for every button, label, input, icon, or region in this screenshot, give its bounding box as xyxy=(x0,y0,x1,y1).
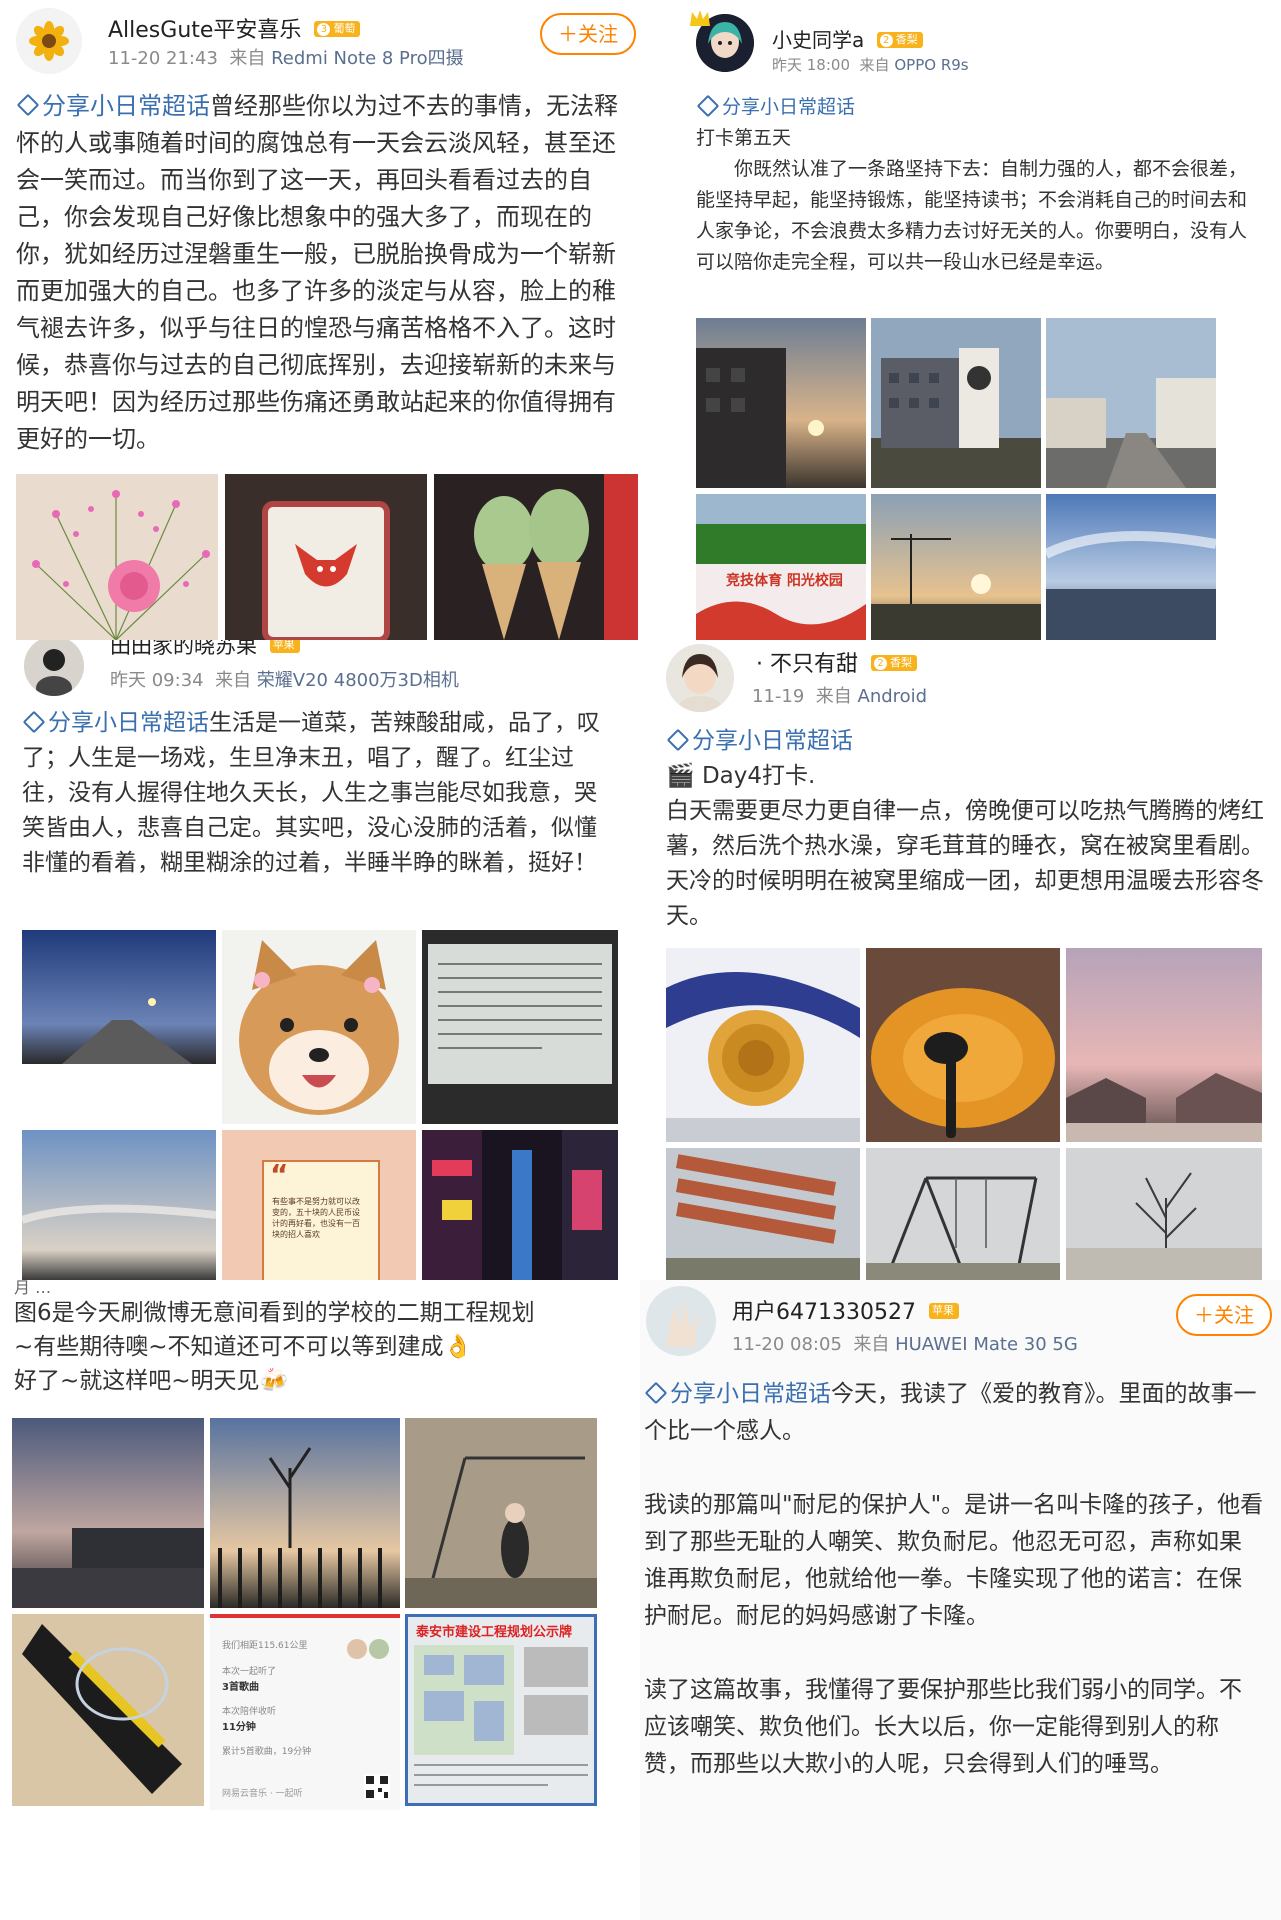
campus-building-photo[interactable] xyxy=(871,318,1041,488)
qr-code-icon xyxy=(364,1774,390,1800)
swing-set-photo[interactable] xyxy=(866,1148,1060,1280)
fan-badge: 苹果 xyxy=(928,1303,959,1319)
sports-field-photo[interactable]: 竞技体育 阳光校园 xyxy=(696,494,866,640)
flowers-photo[interactable] xyxy=(16,474,218,640)
person-avatar-icon xyxy=(24,640,84,696)
topic-link[interactable]: 分享小日常超话 xyxy=(696,92,1256,123)
topic-link[interactable]: 分享小日常超话 xyxy=(666,724,1266,759)
flower-cake-photo[interactable] xyxy=(666,948,860,1142)
quote-mark-icon: “ xyxy=(270,1158,289,1191)
avatar[interactable] xyxy=(646,1286,716,1356)
lake-sky-photo[interactable] xyxy=(1046,494,1216,640)
post-meta: 昨天 18:00 来自 OPPO R9s xyxy=(772,56,969,74)
pink-sky-photo[interactable] xyxy=(1066,948,1262,1142)
post-text: 分享小日常超话今天，我读了《爱的教育》。里面的故事一个比一个感人。 我读的那篇叫… xyxy=(644,1381,1264,1777)
post-meta: 11-20 21:43 来自 Redmi Note 8 Pro四摄 xyxy=(108,48,464,69)
topic-link[interactable]: 分享小日常超话 xyxy=(16,92,210,120)
construction-plan-board-photo[interactable]: 泰安市建设工程规划公示牌 xyxy=(405,1614,597,1806)
matcha-icecream-photo[interactable] xyxy=(434,474,638,640)
roasted-sweet-potato-photo[interactable] xyxy=(866,948,1060,1142)
park-bench-photo[interactable] xyxy=(666,1148,860,1280)
username[interactable]: 小史同学a 2 香梨 xyxy=(772,24,923,53)
swing-girl-photo[interactable] xyxy=(405,1418,597,1608)
username[interactable]: AllesGute平安喜乐 3 葡萄 xyxy=(108,12,361,44)
dusk-street-photo[interactable] xyxy=(12,1418,204,1608)
weibo-post-card: AllesGute平安喜乐 3 葡萄 11-20 21:43 来自 Redmi N… xyxy=(0,0,640,640)
topic-link[interactable]: 分享小日常超话 xyxy=(22,710,209,736)
quote-card-text: 有些事不是努力就可以改变的，五十块的人民币设计的再好看，也没有一百块的招人喜欢 xyxy=(272,1197,360,1239)
post-meta: 11-19 来自 Android xyxy=(752,686,928,707)
fox-paper-cut-photo[interactable] xyxy=(225,474,427,640)
post-text: 分享小日常超话 🎬 Day4打卡. 白天需要更尽力更自律一点，傍晚便可以吃热气腾… xyxy=(666,724,1266,934)
post-text: 分享小日常超话 打卡第五天 你既然认准了一条路坚持下去：自制力强的人，都不会很差… xyxy=(696,92,1256,278)
post-text: 分享小日常超话生活是一道菜，苦辣酸甜咸，品了，叹了；人生是一场戏，生旦净末丑，唱… xyxy=(22,710,600,876)
topic-diamond-icon xyxy=(666,728,690,751)
girl-photo-avatar-icon xyxy=(666,644,734,712)
crown-icon xyxy=(688,8,712,28)
fan-badge: 2 香梨 xyxy=(871,655,917,671)
weibo-post-card: · 不只有甜 2 香梨 11-19 来自 Android 分享小日常超话 🎬 Da… xyxy=(650,640,1281,1280)
post-meta: 11-20 08:05 来自 HUAWEI Mate 30 5G xyxy=(732,1334,1078,1355)
quote-card-photo[interactable]: “ 有些事不是努力就可以改变的，五十块的人民币设计的再好看，也没有一百块的招人喜… xyxy=(222,1130,416,1280)
weibo-post-card: 小史同学a 2 香梨 昨天 18:00 来自 OPPO R9s 分享小日常超话 打… xyxy=(680,0,1281,640)
badminton-racket-photo[interactable] xyxy=(12,1614,204,1806)
weibo-post-card: 用户6471330527 苹果 11-20 08:05 来自 HUAWEI Ma… xyxy=(640,1280,1281,1920)
campus-building-sunset-photo[interactable] xyxy=(696,318,866,488)
sports-banner-text: 竞技体育 阳光校园 xyxy=(726,573,843,589)
username[interactable]: 田田家的晓苏果 苹果 xyxy=(110,640,300,660)
follow-button[interactable]: ＋关注 xyxy=(540,13,636,55)
share-avatars xyxy=(346,1638,390,1660)
neon-street-photo[interactable] xyxy=(422,1130,618,1280)
avatar[interactable] xyxy=(16,8,82,74)
topic-diamond-icon xyxy=(644,1381,668,1404)
username[interactable]: 用户6471330527 苹果 xyxy=(732,1294,959,1326)
evening-sky-photo[interactable] xyxy=(22,1130,216,1280)
music-stats-screenshot[interactable]: 我们相距115.61公里 本次一起听了 3首歌曲 本次陪伴收听 11分钟 累计5… xyxy=(210,1614,400,1810)
topic-diamond-icon xyxy=(22,710,46,733)
follow-button[interactable]: ＋关注 xyxy=(1176,1294,1272,1336)
construction-sunset-photo[interactable] xyxy=(871,494,1041,640)
sunset-fence-photo[interactable] xyxy=(210,1418,400,1608)
bare-tree-photo[interactable] xyxy=(1066,1148,1262,1280)
topic-link[interactable]: 分享小日常超话 xyxy=(644,1381,831,1407)
fan-badge: 苹果 xyxy=(269,640,300,653)
post-meta: 昨天 09:34 来自 荣耀V20 4800万3D相机 xyxy=(110,670,459,691)
topic-diamond-icon xyxy=(696,94,720,117)
username[interactable]: · 不只有甜 2 香梨 xyxy=(756,646,917,678)
post-text: 图6是今天刷微博无意间看到的学校的二期工程规划 ~有些期待噢~不知道还可不可以等… xyxy=(14,1300,535,1394)
campus-road-photo[interactable] xyxy=(1046,318,1216,488)
avatar[interactable] xyxy=(666,644,734,712)
shiba-dog-photo[interactable] xyxy=(222,930,416,1124)
hand-photo-avatar-icon xyxy=(646,1286,716,1356)
avatar[interactable] xyxy=(24,640,84,696)
post-text: 分享小日常超话曾经那些你以为过不去的事情，无法释怀的人或事随着时间的腐蚀总有一天… xyxy=(16,92,618,453)
fan-badge: 3 葡萄 xyxy=(314,21,361,37)
fan-badge: 2 香梨 xyxy=(876,31,923,48)
sunflower-icon xyxy=(16,8,82,74)
topic-diamond-icon xyxy=(16,93,40,117)
weibo-post-card: 月 … 图6是今天刷微博无意间看到的学校的二期工程规划 ~有些期待噢~不知道还可… xyxy=(0,1280,640,1920)
lecture-screen-photo[interactable] xyxy=(422,930,618,1124)
night-street-photo[interactable] xyxy=(22,930,216,1064)
weibo-post-card: 田田家的晓苏果 苹果 昨天 09:34 来自 荣耀V20 4800万3D相机 分… xyxy=(0,640,640,1280)
